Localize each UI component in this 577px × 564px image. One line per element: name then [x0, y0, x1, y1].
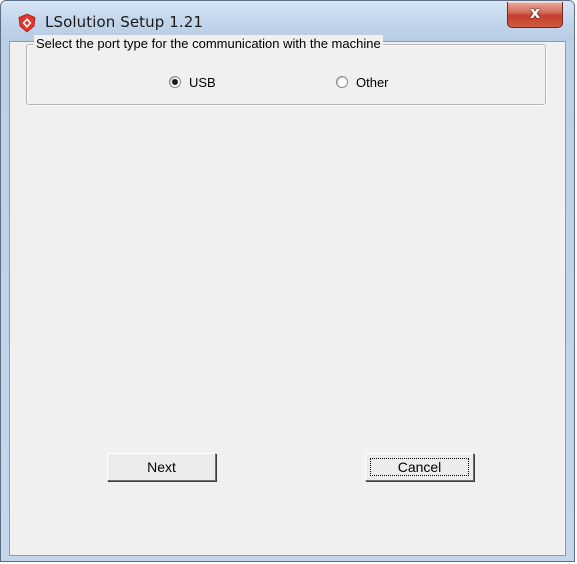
other-radio-label[interactable]: Other: [356, 74, 389, 92]
port-type-groupbox: [26, 44, 546, 105]
close-icon: x: [529, 3, 541, 22]
port-type-group-label: Select the port type for the communicati…: [34, 35, 383, 53]
usb-radio-button[interactable]: [169, 76, 181, 88]
lsolution-app-icon: [18, 13, 36, 33]
close-button[interactable]: x: [507, 2, 563, 28]
window-title: LSolution Setup 1.21: [45, 13, 204, 31]
cancel-button-label: Cancel: [397, 459, 442, 475]
next-button[interactable]: Next: [107, 453, 216, 481]
other-radio-button[interactable]: [336, 76, 348, 88]
usb-radio-label[interactable]: USB: [189, 74, 216, 92]
dialog-body: [9, 41, 566, 556]
cancel-button[interactable]: Cancel: [365, 453, 474, 481]
